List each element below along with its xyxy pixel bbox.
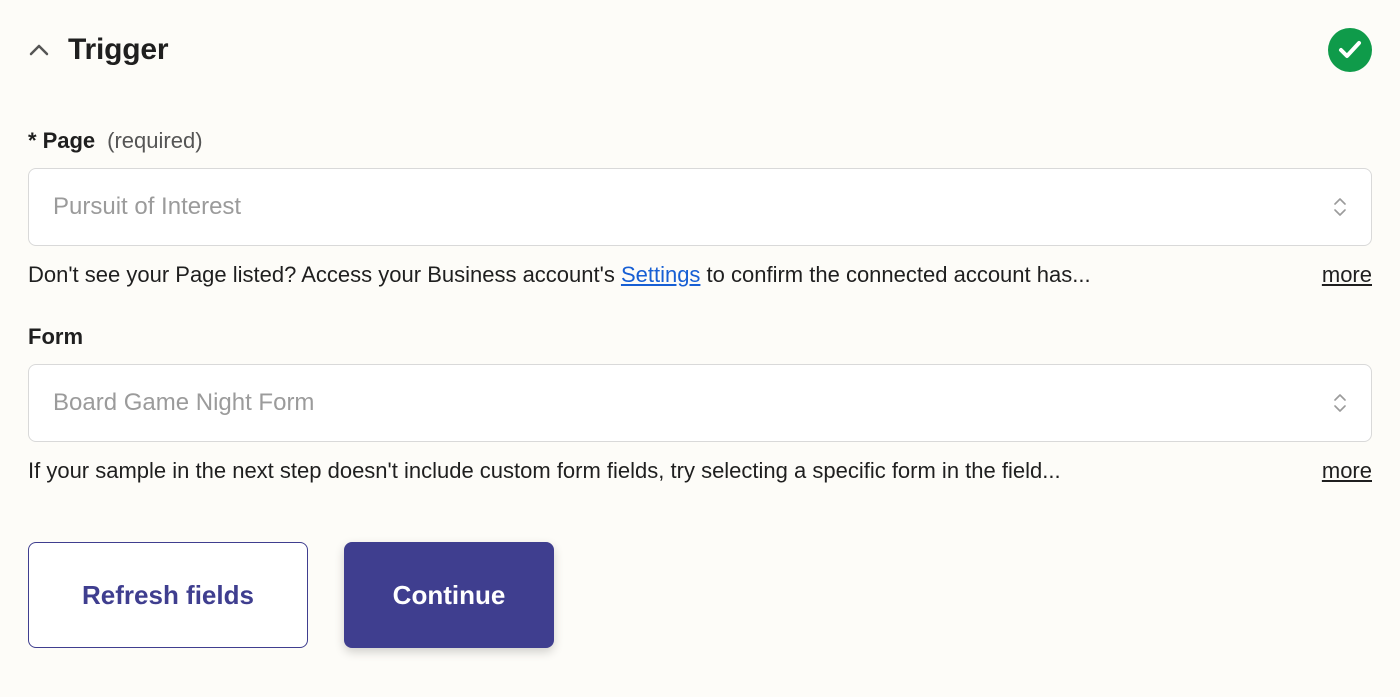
form-select-value: Board Game Night Form	[53, 389, 314, 417]
refresh-fields-button[interactable]: Refresh fields	[28, 542, 308, 648]
form-field-block: Form Board Game Night Form If your sampl…	[28, 324, 1372, 484]
page-hint-before: Don't see your Page listed? Access your …	[28, 262, 621, 287]
required-asterisk: *	[28, 128, 37, 153]
select-arrows-icon	[1333, 198, 1347, 216]
status-success-badge	[1328, 28, 1372, 72]
form-field-label: Form	[28, 324, 83, 350]
select-arrows-icon	[1333, 394, 1347, 412]
collapse-icon[interactable]	[28, 39, 50, 61]
form-hint-text: If your sample in the next step doesn't …	[28, 458, 1298, 484]
section-title: Trigger	[68, 33, 168, 67]
settings-link[interactable]: Settings	[621, 262, 701, 287]
required-tag: (required)	[107, 128, 202, 154]
page-hint-text: Don't see your Page listed? Access your …	[28, 262, 1298, 288]
form-hint-more-link[interactable]: more	[1322, 458, 1372, 484]
page-field-label: Page	[43, 128, 96, 153]
form-field-label-row: Form	[28, 324, 1372, 350]
page-hint-after: to confirm the connected account has...	[700, 262, 1090, 287]
page-field-block: *Page (required) Pursuit of Interest Don…	[28, 128, 1372, 288]
page-hint-more-link[interactable]: more	[1322, 262, 1372, 288]
check-icon	[1338, 40, 1362, 60]
page-field-label-group: *Page	[28, 128, 95, 154]
page-field-label-row: *Page (required)	[28, 128, 1372, 154]
page-hint-row: Don't see your Page listed? Access your …	[28, 262, 1372, 288]
header-left-group: Trigger	[28, 33, 168, 67]
action-button-row: Refresh fields Continue	[28, 542, 1372, 648]
form-select[interactable]: Board Game Night Form	[28, 364, 1372, 442]
page-select-value: Pursuit of Interest	[53, 193, 241, 221]
form-hint-row: If your sample in the next step doesn't …	[28, 458, 1372, 484]
page-select[interactable]: Pursuit of Interest	[28, 168, 1372, 246]
section-header: Trigger	[28, 28, 1372, 72]
continue-button[interactable]: Continue	[344, 542, 554, 648]
